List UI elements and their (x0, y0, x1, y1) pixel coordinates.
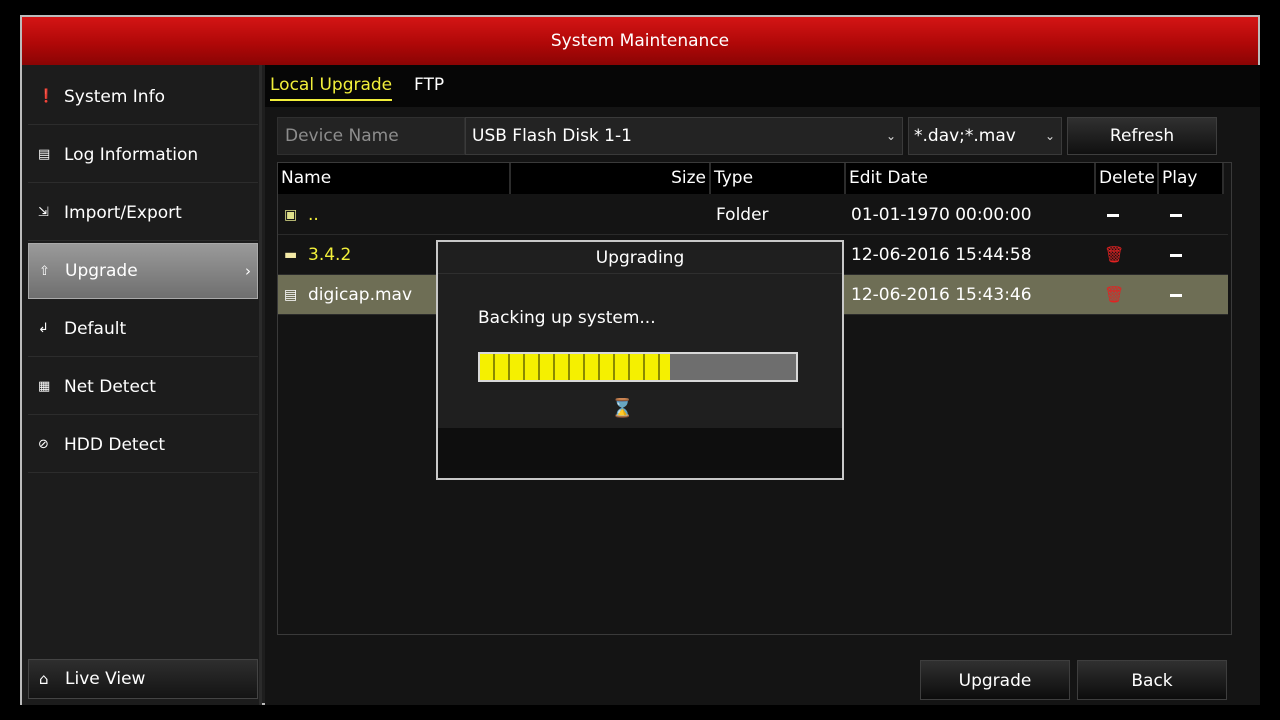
sidebar-item-label: Upgrade (65, 261, 138, 281)
row-edit-date: 01-01-1970 00:00:00 (851, 205, 1032, 225)
sidebar-item-label: System Info (64, 86, 165, 107)
table-row[interactable]: ▣ .. Folder 01-01-1970 00:00:00 (278, 195, 1228, 235)
chevron-down-icon: ⌄ (885, 129, 896, 143)
sidebar-item-hdd-detect[interactable]: ⊘ HDD Detect (28, 417, 258, 473)
file-icon: ▤ (284, 287, 298, 303)
sidebar-item-label: HDD Detect (64, 434, 166, 455)
info-icon: ❗ (38, 89, 55, 104)
header-edit-date: Edit Date (846, 163, 1096, 194)
sidebar-item-upgrade[interactable]: ⇧ Upgrade › (28, 243, 258, 299)
upgrading-dialog: Upgrading Backing up system... ⌛ (436, 240, 844, 480)
progress-bar (478, 352, 798, 382)
tab-bar: Local Upgrade FTP (265, 65, 1260, 107)
filetype-select-value: *.dav;*.mav (914, 126, 1016, 146)
device-select-value: USB Flash Disk 1-1 (472, 126, 632, 146)
tab-local-upgrade[interactable]: Local Upgrade (270, 75, 393, 101)
header-size: Size (511, 163, 711, 194)
delete-icon[interactable]: 🗑 (1104, 235, 1124, 275)
upgrade-icon: ⇧ (39, 263, 50, 279)
dialog-title: Upgrading (438, 242, 842, 274)
header-type: Type (711, 163, 846, 194)
sidebar-item-log-information[interactable]: ▤ Log Information (28, 127, 258, 183)
row-type: Folder (716, 205, 769, 225)
device-select[interactable]: USB Flash Disk 1-1 ⌄ (465, 117, 903, 155)
sidebar-item-label: Net Detect (64, 376, 156, 397)
play-disabled-icon (1170, 275, 1182, 315)
import-export-icon: ⇲ (38, 205, 49, 220)
delete-icon[interactable]: 🗑 (1104, 275, 1124, 315)
default-icon: ↲ (38, 321, 49, 336)
tab-ftp[interactable]: FTP (414, 75, 444, 99)
network-icon: ▦ (38, 379, 51, 394)
folder-icon: ▬ (284, 247, 298, 263)
header-delete: Delete (1096, 163, 1159, 194)
progress-fill (480, 354, 670, 380)
chevron-down-icon: ⌄ (1044, 129, 1055, 143)
dialog-message: Backing up system... (478, 308, 656, 328)
delete-disabled-icon (1107, 195, 1119, 235)
row-name: digicap.mav (308, 285, 413, 305)
sidebar-item-label: Default (64, 318, 127, 339)
play-disabled-icon (1170, 195, 1182, 235)
live-view-button[interactable]: ⌂ Live View (28, 659, 258, 699)
refresh-button[interactable]: Refresh (1067, 117, 1217, 155)
home-icon: ⌂ (39, 670, 49, 688)
sidebar-item-import-export[interactable]: ⇲ Import/Export (28, 185, 258, 241)
live-view-label: Live View (65, 669, 146, 689)
parent-folder-icon: ▣ (284, 207, 298, 223)
window-title: System Maintenance (22, 17, 1258, 65)
row-edit-date: 12-06-2016 15:44:58 (851, 245, 1032, 265)
sidebar-item-net-detect[interactable]: ▦ Net Detect (28, 359, 258, 415)
row-name: 3.4.2 (308, 245, 352, 265)
device-name-label: Device Name (277, 117, 465, 155)
sidebar-item-label: Log Information (64, 144, 199, 165)
sidebar: ❗ System Info ▤ Log Information ⇲ Import… (22, 65, 262, 705)
dialog-footer (438, 428, 842, 478)
header-name: Name (278, 163, 511, 194)
table-header: Name Size Type Edit Date Delete Play (278, 163, 1224, 194)
play-disabled-icon (1170, 235, 1182, 275)
row-edit-date: 12-06-2016 15:43:46 (851, 285, 1032, 305)
chevron-right-icon: › (245, 262, 251, 280)
hourglass-icon: ⌛ (611, 398, 634, 419)
filetype-select[interactable]: *.dav;*.mav ⌄ (908, 117, 1062, 155)
upgrade-button[interactable]: Upgrade (920, 660, 1070, 700)
row-name: .. (308, 205, 319, 225)
back-button[interactable]: Back (1077, 660, 1227, 700)
hdd-icon: ⊘ (38, 437, 49, 452)
sidebar-item-system-info[interactable]: ❗ System Info (28, 69, 258, 125)
header-play: Play (1159, 163, 1224, 194)
sidebar-item-default[interactable]: ↲ Default (28, 301, 258, 357)
log-icon: ▤ (38, 147, 51, 162)
sidebar-item-label: Import/Export (64, 202, 182, 223)
